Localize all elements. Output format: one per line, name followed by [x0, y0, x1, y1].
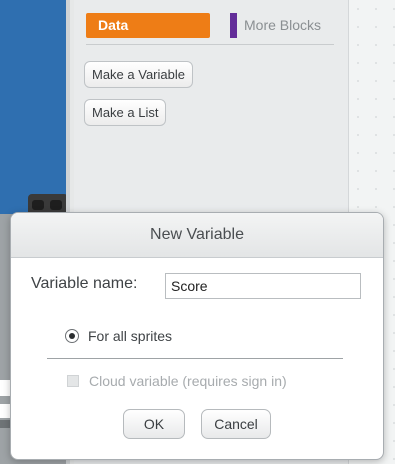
category-data[interactable]: Data	[86, 13, 210, 38]
cancel-button[interactable]: Cancel	[201, 409, 271, 439]
hidden-control	[0, 380, 10, 396]
dialog-header[interactable]: New Variable	[11, 213, 383, 258]
variable-name-input[interactable]	[165, 273, 361, 299]
cloud-variable-checkbox	[67, 375, 79, 387]
radio-selected-dot	[69, 333, 75, 339]
hidden-control	[0, 404, 10, 418]
category-more-blocks[interactable]: More Blocks	[230, 13, 350, 38]
cloud-variable-label: Cloud variable (requires sign in)	[89, 373, 287, 389]
category-more-blocks-label: More Blocks	[244, 17, 322, 33]
palette-divider	[86, 44, 334, 45]
dialog-title: New Variable	[150, 226, 244, 243]
make-list-button[interactable]: Make a List	[84, 99, 167, 126]
radio-button[interactable]	[65, 329, 79, 343]
dialog-separator	[47, 358, 343, 359]
new-variable-dialog: New Variable Variable name: For all spri…	[10, 212, 384, 460]
stage-area	[0, 0, 68, 214]
make-variable-button[interactable]: Make a Variable	[84, 61, 193, 88]
for-all-sprites-label: For all sprites	[88, 328, 173, 344]
hidden-control	[0, 420, 10, 428]
variable-name-label: Variable name:	[31, 275, 138, 292]
category-color-swatch	[230, 13, 237, 38]
ok-button[interactable]: OK	[123, 409, 185, 439]
